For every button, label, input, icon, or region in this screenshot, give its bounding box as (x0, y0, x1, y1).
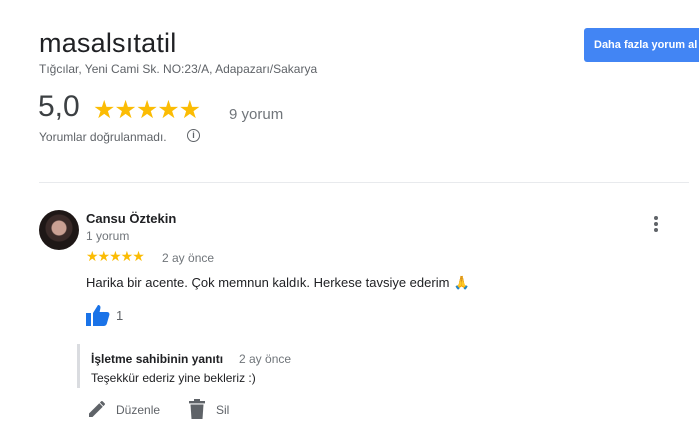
info-icon[interactable]: i (187, 129, 200, 142)
owner-reply-label: İşletme sahibinin yanıtı (91, 352, 224, 366)
owner-reply-text: Teşekkür ederiz yine bekleriz :) (91, 371, 256, 385)
edit-button[interactable]: Düzenle (116, 403, 160, 417)
rating-stars: ★★★★★ (93, 96, 201, 124)
avatar[interactable] (39, 210, 79, 250)
reviewer-review-count: 1 yorum (86, 229, 130, 243)
more-options-icon[interactable] (650, 216, 662, 236)
pencil-icon[interactable] (88, 400, 106, 418)
folded-hands-emoji: 🙏 (453, 275, 470, 290)
average-rating: 5,0 (38, 90, 80, 123)
review-time: 2 ay önce (162, 251, 215, 265)
verification-note: Yorumlar doğrulanmadı. (39, 130, 167, 144)
business-address: Tığcılar, Yeni Cami Sk. NO:23/A, Adapaza… (39, 62, 318, 76)
business-name: masalsıtatil (39, 28, 177, 58)
review-text: Harika bir acente. Çok memnun kaldık. He… (86, 275, 470, 291)
review-text-content: Harika bir acente. Çok memnun kaldık. He… (86, 275, 450, 290)
reviewer-name[interactable]: Cansu Öztekin (86, 211, 176, 226)
more-reviews-button[interactable]: Daha fazla yorum al (584, 28, 699, 62)
review-count-link[interactable]: 9 yorum (229, 106, 283, 123)
owner-reply-time: 2 ay önce (239, 352, 292, 366)
thumbs-up-icon[interactable] (86, 304, 110, 326)
delete-button[interactable]: Sil (216, 403, 229, 417)
like-count: 1 (116, 308, 124, 323)
trash-icon[interactable] (188, 399, 206, 419)
divider (39, 182, 689, 183)
review-stars: ★★★★★ (86, 248, 145, 264)
